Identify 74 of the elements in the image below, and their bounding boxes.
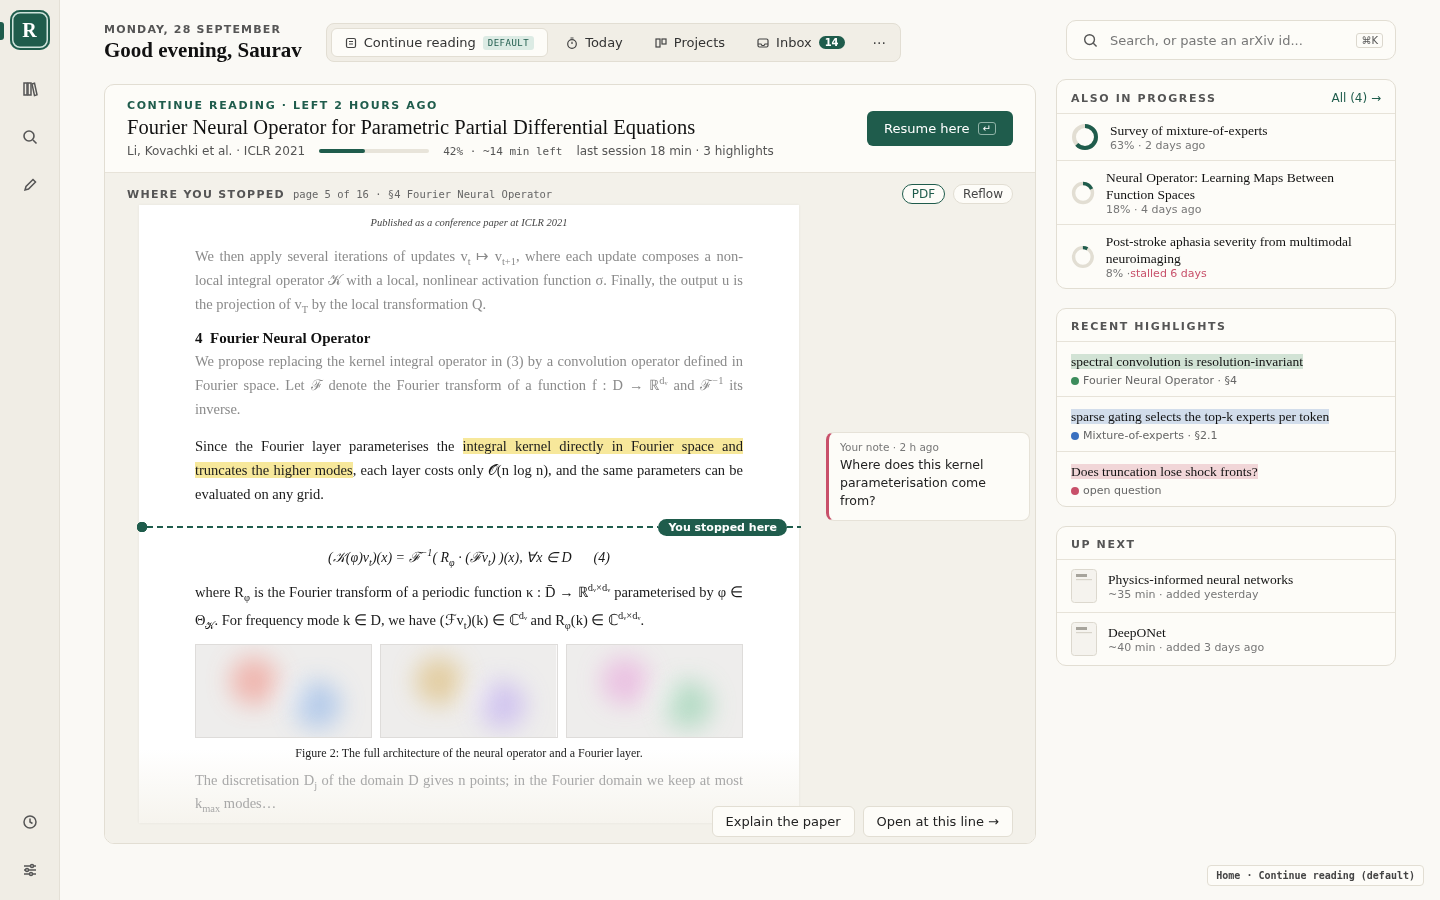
paper-row[interactable]: DeepONet ~40 min · added 3 days ago: [1057, 613, 1395, 665]
equation: (𝒦(φ)v$_{t}$)(x) = ℱ$^{−1}$( R$_{φ}$ · (ℱv$_{t}$) )(x), ∀x ∈ D: [328, 547, 572, 566]
stop-label: You stopped here: [658, 518, 787, 536]
search-input[interactable]: Search, or paste an arXiv id...: [1108, 31, 1347, 49]
shortcut-key: ⌘K: [1356, 32, 1383, 48]
card-title: UP NEXT: [1071, 538, 1136, 551]
paper-title: Fourier Neural Operator for Parametric Partial Differential Equations: [127, 116, 697, 139]
highlight-quote[interactable]: Does truncation lose shock fronts?: [1071, 464, 1258, 479]
paper-paragraph: We then apply several iterations of updates v$_{t}$ ↦ v$_{t+1}$, where each update composes a non-local integral operator 𝒦 with a local, nonlinear activation function σ. Finally, the output u is the projection of v$_{T}$ by the local transformation Q.: [195, 247, 743, 316]
view-toggle[interactable]: PDF: [901, 184, 946, 204]
section-label: CONTINUE READING · LEFT 2 HOURS AGO: [127, 99, 439, 112]
action-button[interactable]: Explain the paper: [711, 806, 855, 837]
section-heading: 4 Fourier Neural Operator: [195, 330, 372, 347]
breadcrumb: Home · Continue reading (default): [1207, 865, 1424, 886]
paper-paragraph: where R$_{φ}$ is the Fourier transform of a periodic function κ : D̄ → ℝ$^{dᵥ×dᵥ}$ parameterised by φ ∈ Θ$_{𝒦}$. For frequency mode k ∈ D, we have (ℱv$_{t}$)(k) ∈ ℂ$^{dᵥ}$ and R$_{φ}$(k) ∈ ℂ$^{dᵥ×dᵥ}$.: [195, 581, 743, 633]
highlight-source: open question: [1083, 484, 1162, 497]
document-icon: [1071, 569, 1097, 603]
paper-row[interactable]: Survey of mixture-of-experts 63% · 2 days ago: [1057, 114, 1395, 161]
paper-row[interactable]: Post-stroke aphasia severity from multimodal neuroimaging 8% ·stalled 6 days: [1057, 225, 1395, 288]
search-icon: [1083, 32, 1098, 48]
note-meta: Your note · 2 h ago: [840, 441, 940, 453]
progress-meta: 18% · 4 days ago: [1106, 203, 1202, 216]
date-label: MONDAY, 28 SEPTEMBER: [104, 22, 283, 36]
paper-title: Physics-informed neural networks: [1108, 571, 1294, 588]
paper-meta: ~35 min · added yesterday: [1108, 588, 1260, 601]
app-logo[interactable]: R: [9, 10, 50, 50]
paper-row[interactable]: Physics-informed neural networks ~35 min · added yesterday: [1057, 560, 1395, 613]
stalled-status: stalled 6 days: [1130, 267, 1207, 280]
highlight-source: Mixture-of-experts · §2.1: [1083, 429, 1218, 442]
document-icon: [344, 36, 357, 49]
session-info: last session 18 min · 3 highlights: [576, 144, 774, 158]
view-tab[interactable]: Today: [552, 28, 637, 57]
paper-title: DeepONet: [1108, 624, 1167, 641]
document-icon: [1071, 622, 1097, 656]
search-field[interactable]: Search, or paste an arXiv id... ⌘K: [1066, 20, 1396, 60]
stopwatch-icon: [566, 36, 579, 49]
paper-title: Post-stroke aphasia severity from multimodal neuroimaging: [1105, 233, 1353, 267]
paper-title: Survey of mixture-of-experts: [1110, 122, 1268, 139]
action-button[interactable]: Open at this line →: [862, 806, 1013, 837]
figure-caption: Figure 2: The full architecture of the neural operator and a Fourier layer.: [294, 746, 644, 761]
note-text: Where does this kernel parameterisation come from?: [840, 456, 987, 510]
paper-authors: Li, Kovachki et al. · ICLR 2021: [127, 144, 306, 158]
view-tab[interactable]: Projects: [640, 28, 740, 57]
more-button[interactable]: ···: [862, 30, 896, 55]
greeting: Good evening, Saurav: [104, 37, 302, 63]
paper-title: Neural Operator: Learning Maps Between Function Spaces: [1106, 169, 1335, 203]
highlight-source: Fourier Neural Operator · §4: [1083, 374, 1237, 387]
enter-key: ↵: [977, 122, 996, 135]
progress-ring: [1071, 123, 1099, 151]
card-title: RECENT HIGHLIGHTS: [1071, 320, 1227, 333]
columns-icon: [654, 36, 667, 49]
default-badge: DEFAULT: [482, 35, 535, 50]
resume-button[interactable]: Resume here ↵: [867, 111, 1013, 146]
active-indicator: [0, 22, 4, 40]
reading-stats: 42% · ~14 min left: [443, 144, 563, 158]
paper-row[interactable]: Neural Operator: Learning Maps Between Function Spaces 18% · 4 days ago: [1057, 161, 1395, 225]
view-tab[interactable]: Inbox 14: [743, 28, 859, 57]
highlight-quote[interactable]: sparse gating selects the top-k experts per token: [1071, 409, 1330, 424]
view-toggle[interactable]: Reflow: [953, 184, 1013, 204]
section-label: WHERE YOU STOPPED: [127, 187, 285, 201]
paper-paragraph: We propose replacing the kernel integral operator in (3) by a convolution operator defined in Fourier space. Let ℱ denote the Fourier transform of a function f : D → ℝ$^{dᵥ}$ and ℱ$^{−1}$ its inverse.: [195, 352, 743, 419]
card-title: ALSO IN PROGRESS: [1071, 91, 1217, 105]
highlight-quote[interactable]: spectral convolution is resolution-invariant: [1071, 354, 1304, 369]
equation-number: (4): [593, 550, 610, 566]
location-text: page 5 of 16 · §4 Fourier Neural Operator: [293, 188, 553, 200]
progress-meta: 8% ·: [1105, 267, 1131, 280]
view-tab[interactable]: Continue reading DEFAULT: [330, 28, 549, 57]
all-link[interactable]: All (4) →: [1331, 91, 1381, 105]
unread-count: 14: [818, 36, 845, 49]
progress-meta: 63% · 2 days ago: [1110, 139, 1206, 152]
running-head: Published as a conference paper at ICLR 2021: [369, 217, 569, 228]
paper-meta: ~40 min · added 3 days ago: [1108, 641, 1265, 654]
paper-paragraph: Since the Fourier layer parameterises the integral kernel directly in Fourier space and truncates the higher modes, each layer costs only 𝒪(n log n), and the same parameters can be evaluated on any grid.: [195, 437, 743, 504]
inbox-icon: [757, 36, 770, 49]
